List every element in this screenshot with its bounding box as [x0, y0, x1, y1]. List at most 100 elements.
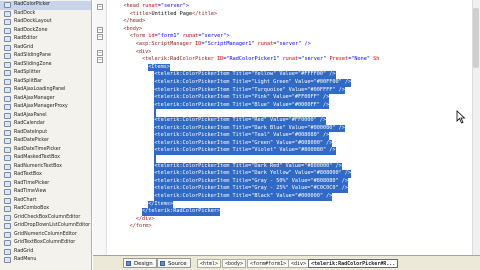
code-line[interactable]: [93, 109, 480, 117]
code-line[interactable]: <telerik:ColorPickerItem Title="Turquois…: [93, 86, 480, 95]
toolbox-item[interactable]: RadChart: [0, 197, 91, 206]
code-token: <telerik:ColorPickerItem Title="Dark Blu…: [154, 124, 345, 131]
toolbox-item[interactable]: RadGrid: [0, 44, 91, 53]
toolbox-item[interactable]: RadDateInput: [0, 129, 91, 138]
code-line[interactable]: <telerik:ColorPickerItem Title="Dark Yel…: [93, 170, 480, 178]
control-icon: [4, 121, 11, 127]
toolbox-item-label: RadSplitBar: [14, 78, 43, 84]
breadcrumb-item[interactable]: <div>: [288, 259, 310, 268]
code-line[interactable]: <telerik:ColorPickerItem Title="Gray - 5…: [93, 177, 480, 186]
toolbox-item[interactable]: RadDateTimePicker: [0, 146, 91, 155]
breadcrumb-item[interactable]: <form#form1>: [247, 259, 290, 268]
code-line[interactable]: <telerik:ColorPickerItem Title="Black" V…: [93, 193, 480, 201]
code-line[interactable]: <title>Untitled Page</title>: [93, 11, 480, 19]
toolbox-item[interactable]: RadDock: [0, 10, 91, 19]
toolbox-item-label: RadComboBox: [14, 206, 50, 211]
control-icon: [4, 27, 11, 34]
code-line[interactable]: </head>: [93, 18, 480, 26]
toolbox-item[interactable]: RadSplitter: [0, 69, 91, 78]
breadcrumb-item[interactable]: <body>: [222, 259, 247, 268]
toolbox-item-label: RadTimeView: [14, 189, 47, 194]
toolbox-item[interactable]: RadCalendar: [0, 120, 91, 129]
code-line[interactable]: <div>: [93, 49, 480, 57]
source-editor[interactable]: − − − − − <head runat="server"> <title>Untitl…: [93, 0, 480, 255]
code-line[interactable]: <telerik:ColorPickerItem Title="Teal" Va…: [93, 132, 480, 140]
toolbox-item[interactable]: RadSlidingPane: [0, 52, 91, 61]
code-line[interactable]: <telerik:ColorPickerItem Title="Violet" …: [93, 147, 480, 155]
control-icon: [4, 70, 11, 76]
code-token: </title>: [192, 10, 218, 17]
code-token: <telerik:ColorPickerItem Title="Dark Yel…: [154, 170, 352, 177]
toolbox-item[interactable]: RadAjaxManager: [0, 95, 91, 104]
control-icon: [4, 129, 11, 136]
toolbox-item[interactable]: RadDockZone: [0, 27, 91, 36]
control-icon: [4, 112, 11, 119]
breadcrumb-item[interactable]: <html>: [197, 259, 222, 268]
toolbox-item[interactable]: RadSplitBar: [0, 78, 91, 87]
code-text: <head runat="server">: [123, 3, 189, 11]
code-line[interactable]: <asp:ScriptManager ID="ScriptManager1" r…: [93, 41, 480, 49]
toolbox-item[interactable]: RadMaskedTextBox: [0, 154, 91, 163]
code-line[interactable]: <Items>: [93, 63, 480, 72]
toolbox-item[interactable]: GridTextBoxColumnEditor: [0, 239, 91, 248]
vertical-scrollbar[interactable]: [472, 0, 480, 255]
toolbox-item[interactable]: RadDockLayout: [0, 18, 91, 27]
toolbox-item[interactable]: RadTimeView: [0, 188, 91, 197]
code-line[interactable]: <head runat="server">: [93, 3, 480, 11]
code-line[interactable]: <telerik:ColorPickerItem Title="Yellow" …: [93, 71, 480, 79]
scrollbar-thumb[interactable]: [473, 8, 479, 68]
code-line[interactable]: </telerik:RadColorPicker>: [93, 208, 480, 216]
code-token: "server": [301, 56, 327, 63]
toolbox-item[interactable]: RadNumericTextBox: [0, 163, 91, 172]
code-line[interactable]: <telerik:ColorPickerItem Title="Gray - 2…: [93, 185, 480, 193]
toolbox-item[interactable]: RadComboBox: [0, 205, 91, 214]
code-text: <form id="form1" runat="server">: [130, 33, 230, 41]
toolbox-item[interactable]: RadAjaxManagerProxy: [0, 103, 91, 112]
toolbox-item[interactable]: RadGrid: [0, 248, 91, 257]
code-text: <telerik:ColorPickerItem Title="Dark Red…: [154, 162, 342, 171]
control-icon: [4, 53, 11, 59]
toolbox-item[interactable]: RadAjaxPanel: [0, 112, 91, 121]
code-line[interactable]: [93, 155, 480, 163]
code-line[interactable]: <telerik:ColorPickerItem Title="Light Gr…: [93, 79, 480, 87]
code-line[interactable]: <telerik:ColorPickerItem Title="Blue" Va…: [93, 101, 480, 110]
code-token: runat: [257, 41, 274, 47]
toolbox-item[interactable]: RadSlidingZone: [0, 61, 91, 70]
toolbox-item[interactable]: RadAjaxLoadingPanel: [0, 86, 91, 95]
toolbox-item[interactable]: RadTextBox: [0, 171, 91, 180]
code-token: "server": [160, 3, 186, 9]
code-line[interactable]: <telerik:ColorPickerItem Title="Green" V…: [93, 139, 480, 148]
code-line[interactable]: <telerik:ColorPickerItem Title="Red" Val…: [93, 117, 480, 125]
code-token: </form>: [129, 223, 152, 230]
source-view-button[interactable]: Source: [157, 258, 191, 268]
toolbox-item[interactable]: RadTimePicker: [0, 180, 91, 189]
toolbox-item[interactable]: RadEditor: [0, 35, 91, 44]
design-view-button[interactable]: Design: [123, 258, 157, 268]
code-line[interactable]: </form>: [93, 223, 480, 231]
code-line[interactable]: <telerik:RadColorPicker ID="RadColorPick…: [93, 56, 480, 64]
toolbox-item[interactable]: RadColorPicker: [0, 1, 91, 10]
toolbox-item[interactable]: GridNumericColumnEditor: [0, 231, 91, 240]
toolbox-item-label: RadCalendar: [14, 121, 45, 126]
design-icon: [126, 261, 131, 266]
code-line[interactable]: <telerik:ColorPickerItem Title="Dark Red…: [93, 162, 480, 171]
code-line[interactable]: <body>: [93, 26, 480, 34]
control-icon: [4, 95, 11, 102]
code-text: <telerik:ColorPickerItem Title="Black" V…: [154, 193, 333, 201]
code-line[interactable]: <telerik:ColorPickerItem Title="Pink" Va…: [93, 94, 480, 102]
control-icon: [4, 19, 11, 25]
code-line[interactable]: </div>: [93, 216, 480, 224]
toolbox-item[interactable]: GridDropDownListColumnEditor: [0, 222, 91, 231]
breadcrumb-item[interactable]: <telerik:RadColorPicker#R...: [308, 259, 399, 268]
code-token: <telerik:ColorPickerItem Title="Dark Red…: [154, 162, 342, 169]
toolbox-item[interactable]: GridCheckBoxColumnEditor: [0, 214, 91, 223]
code-line[interactable]: <telerik:ColorPickerItem Title="Dark Blu…: [93, 124, 480, 133]
code-line[interactable]: </Items>: [93, 200, 480, 209]
code-line[interactable]: <form id="form1" runat="server">: [93, 33, 480, 41]
code-text: <telerik:ColorPickerItem Title="Gray - 2…: [154, 185, 349, 193]
toolbox-item[interactable]: RadMenu: [0, 256, 91, 265]
code-text: <telerik:ColorPickerItem Title="Blue" Va…: [154, 101, 330, 110]
code-text: [154, 155, 157, 163]
code-text: </Items>: [148, 200, 174, 209]
toolbox-item[interactable]: RadDatePicker: [0, 137, 91, 146]
